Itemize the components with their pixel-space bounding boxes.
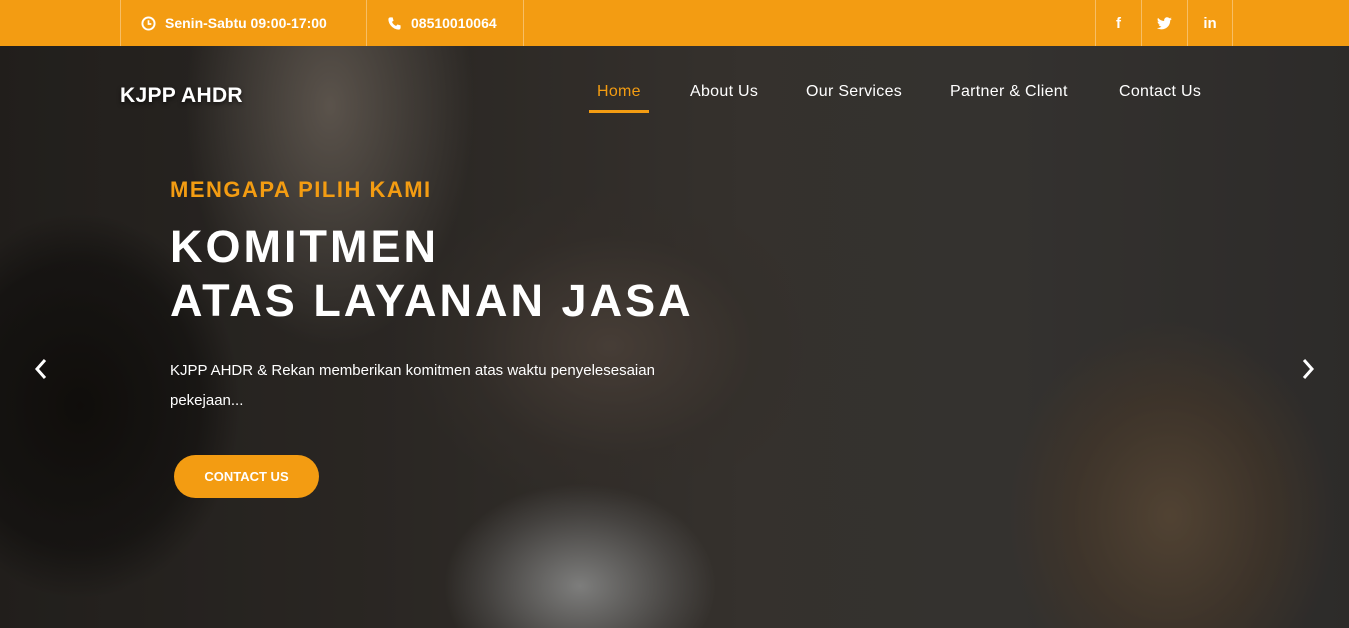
hero-slider: KJPP AHDR Home About Us Our Services Par…	[0, 46, 1349, 628]
linkedin-link[interactable]: in	[1187, 0, 1233, 46]
hero-kicker: MENGAPA PILIH KAMI	[170, 177, 432, 202]
chevron-left-icon	[34, 359, 47, 379]
phone-number[interactable]: 08510010064	[366, 0, 524, 46]
hero-description-line2: pekejaan...	[170, 392, 244, 409]
clock-icon	[141, 15, 156, 31]
top-bar: Senin-Sabtu 09:00-17:00 08510010064 f in	[0, 0, 1349, 46]
facebook-icon: f	[1116, 14, 1121, 32]
contact-us-button[interactable]: CONTACT US	[174, 455, 319, 498]
facebook-link[interactable]: f	[1095, 0, 1141, 46]
phone-number-text: 08510010064	[411, 15, 497, 31]
business-hours-text: Senin-Sabtu 09:00-17:00	[165, 15, 327, 31]
hero-description-line1: KJPP AHDR & Rekan memberikan komitmen at…	[170, 362, 655, 379]
nav-item-home[interactable]: Home	[589, 76, 649, 113]
chevron-right-icon	[1302, 359, 1315, 379]
hero-headline-line2: ATAS LAYANAN JASA	[170, 275, 694, 326]
nav-item-about-us[interactable]: About Us	[690, 76, 758, 113]
nav-item-our-services[interactable]: Our Services	[806, 76, 902, 113]
twitter-link[interactable]	[1141, 0, 1187, 46]
linkedin-icon: in	[1203, 14, 1217, 32]
slider-next-button[interactable]	[1293, 354, 1323, 384]
nav-item-partner-client[interactable]: Partner & Client	[950, 76, 1068, 113]
hero-background-image	[0, 46, 1349, 628]
main-nav: Home About Us Our Services Partner & Cli…	[0, 76, 1349, 116]
slider-prev-button[interactable]	[26, 354, 56, 384]
hero-headline-line1: KOMITMEN	[170, 221, 439, 272]
hero-headline: KOMITMEN ATAS LAYANAN JASA	[170, 220, 694, 328]
business-hours: Senin-Sabtu 09:00-17:00	[120, 0, 366, 46]
twitter-icon	[1157, 16, 1172, 29]
nav-item-contact-us[interactable]: Contact Us	[1119, 76, 1201, 113]
phone-icon	[388, 16, 401, 30]
hero-description: KJPP AHDR & Rekan memberikan komitmen at…	[170, 356, 730, 416]
